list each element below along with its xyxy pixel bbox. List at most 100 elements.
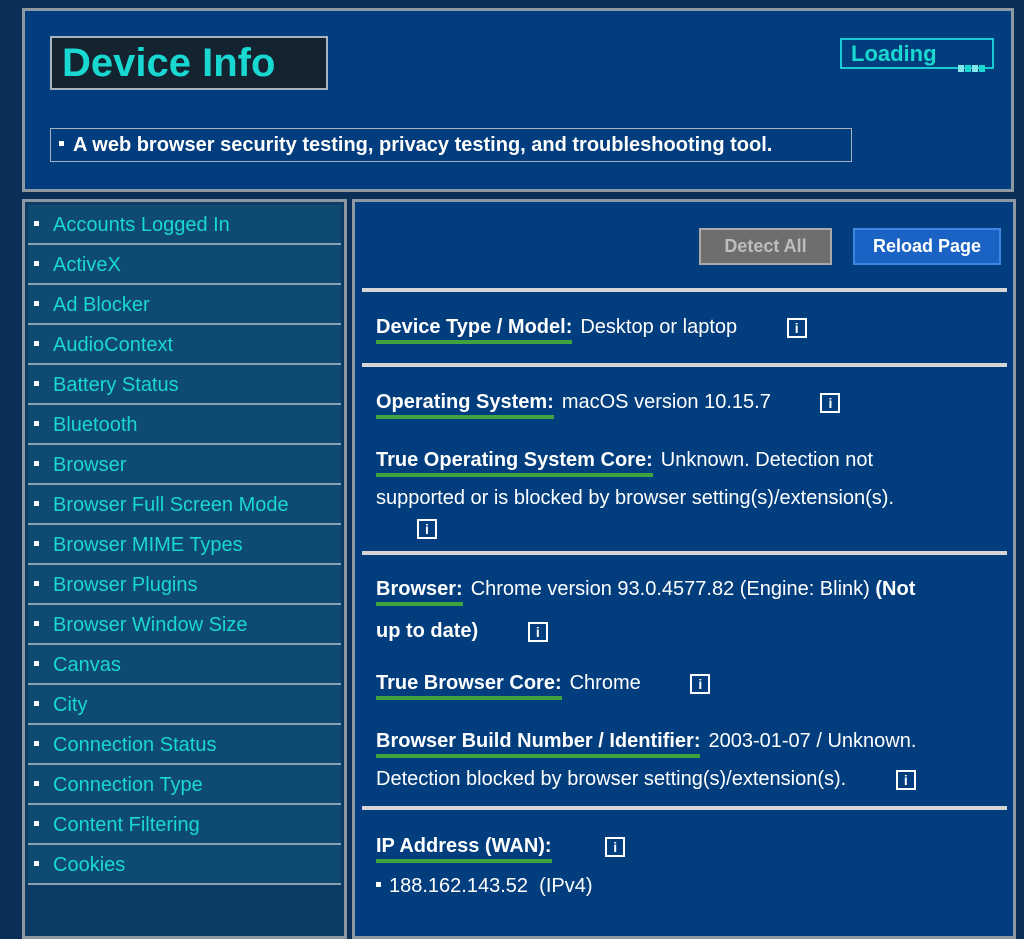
os-row: Operating System: macOS version 10.15.7 i xyxy=(376,383,841,421)
sidebar-item-label: Ad Blocker xyxy=(53,294,150,316)
divider xyxy=(362,363,1007,367)
info-icon[interactable]: i xyxy=(786,317,807,338)
sidebar-item-browser-mime-types[interactable]: Browser MIME Types xyxy=(28,525,341,565)
true-browser-label: True Browser Core: xyxy=(376,672,562,700)
sidebar-item-browser-window-size[interactable]: Browser Window Size xyxy=(28,605,341,645)
bullet-icon xyxy=(34,741,39,747)
build-value-line1: 2003-01-07 / Unknown. xyxy=(708,730,917,752)
bullet-icon xyxy=(34,461,39,467)
true-os-value-line1: Unknown. Detection not xyxy=(660,449,874,471)
os-label: Operating System: xyxy=(376,391,554,419)
sidebar-item-label: Cookies xyxy=(53,854,126,876)
device-type-label: Device Type / Model: xyxy=(376,316,573,344)
loading-indicator: Loading xyxy=(840,38,994,72)
sidebar-item-battery-status[interactable]: Battery Status xyxy=(28,365,341,405)
sidebar-item-label: Browser xyxy=(53,454,127,476)
browser-label: Browser: xyxy=(376,578,463,606)
browser-row: Browser: Chrome version 93.0.4577.82 (Eng… xyxy=(376,570,915,608)
sidebar: Accounts Logged In ActiveX Ad Blocker Au… xyxy=(22,199,347,939)
bullet-icon xyxy=(34,541,39,547)
true-os-value-line2: supported or is blocked by browser setti… xyxy=(376,487,895,509)
sidebar-item-label: City xyxy=(53,694,88,716)
sidebar-item-label: AudioContext xyxy=(53,334,174,356)
ip-row: IP Address (WAN): i xyxy=(376,827,626,865)
build-value-line2: Detection blocked by browser setting(s)/… xyxy=(376,768,847,790)
ip-label: IP Address (WAN): xyxy=(376,835,552,863)
true-browser-row: True Browser Core: Chrome i xyxy=(376,664,711,702)
device-type-row: Device Type / Model: Desktop or laptop i xyxy=(376,308,807,346)
bullet-icon xyxy=(34,261,39,267)
sidebar-item-label: Content Filtering xyxy=(53,814,200,836)
bullet-icon xyxy=(34,581,39,587)
sidebar-item-label: Connection Status xyxy=(53,734,217,756)
reload-page-button[interactable]: Reload Page xyxy=(853,228,1001,265)
detect-all-button[interactable]: Detect All xyxy=(699,228,832,265)
bullet-icon xyxy=(34,701,39,707)
info-icon[interactable]: i xyxy=(605,836,626,857)
sidebar-item-label: Browser Full Screen Mode xyxy=(53,494,289,516)
sidebar-item-city[interactable]: City xyxy=(28,685,341,725)
browser-status-line1: (Not xyxy=(875,578,916,600)
loading-dots-icon xyxy=(958,51,986,72)
browser-status-line2: up to date) xyxy=(376,620,479,642)
sidebar-item-browser-full-screen-mode[interactable]: Browser Full Screen Mode xyxy=(28,485,341,525)
header: Device Info Loading A web browser securi… xyxy=(22,8,1014,192)
sidebar-item-bluetooth[interactable]: Bluetooth xyxy=(28,405,341,445)
bullet-icon xyxy=(376,882,381,888)
bullet-icon xyxy=(34,781,39,787)
sidebar-item-connection-type[interactable]: Connection Type xyxy=(28,765,341,805)
true-os-label: True Operating System Core: xyxy=(376,449,653,477)
sidebar-item-content-filtering[interactable]: Content Filtering xyxy=(28,805,341,845)
sidebar-item-label: Connection Type xyxy=(53,774,203,796)
sidebar-item-accounts-logged-in[interactable]: Accounts Logged In xyxy=(28,205,341,245)
sidebar-item-cookies[interactable]: Cookies xyxy=(28,845,341,885)
true-os-info: i xyxy=(376,509,437,547)
ip-value-item: 188.162.143.52 (IPv4) xyxy=(376,875,593,898)
browser-row-continued: up to date) i xyxy=(376,612,548,650)
bullet-icon xyxy=(34,821,39,827)
true-browser-value: Chrome xyxy=(569,672,641,694)
sidebar-item-browser[interactable]: Browser xyxy=(28,445,341,485)
tagline-text: A web browser security testing, privacy … xyxy=(73,134,773,156)
ip-value: 188.162.143.52 xyxy=(389,875,529,897)
sidebar-item-label: Browser Window Size xyxy=(53,614,248,636)
browser-value: Chrome version 93.0.4577.82 (Engine: Bli… xyxy=(470,578,870,600)
info-icon[interactable]: i xyxy=(895,769,916,790)
sidebar-item-label: Battery Status xyxy=(53,374,179,396)
build-row-continued: Detection blocked by browser setting(s)/… xyxy=(376,760,916,798)
divider xyxy=(362,806,1007,810)
bullet-icon xyxy=(34,501,39,507)
sidebar-item-label: Browser Plugins xyxy=(53,574,198,596)
sidebar-item-label: Browser MIME Types xyxy=(53,534,243,556)
bullet-icon xyxy=(34,861,39,867)
os-value: macOS version 10.15.7 xyxy=(561,391,771,413)
page-title: Device Info xyxy=(50,36,328,90)
sidebar-item-canvas[interactable]: Canvas xyxy=(28,645,341,685)
bullet-icon xyxy=(34,621,39,627)
sidebar-item-label: Accounts Logged In xyxy=(53,214,230,236)
sidebar-item-connection-status[interactable]: Connection Status xyxy=(28,725,341,765)
divider xyxy=(362,551,1007,555)
sidebar-item-audiocontext[interactable]: AudioContext xyxy=(28,325,341,365)
build-label: Browser Build Number / Identifier: xyxy=(376,730,701,758)
bullet-icon xyxy=(34,341,39,347)
sidebar-item-label: ActiveX xyxy=(53,254,121,276)
info-icon[interactable]: i xyxy=(527,621,548,642)
bullet-icon xyxy=(34,421,39,427)
loading-label: Loading xyxy=(851,41,937,66)
sidebar-item-label: Bluetooth xyxy=(53,414,138,436)
build-row: Browser Build Number / Identifier: 2003-0… xyxy=(376,722,916,760)
bullet-icon xyxy=(34,221,39,227)
device-type-value: Desktop or laptop xyxy=(580,316,738,338)
bullet-icon xyxy=(34,381,39,387)
ip-version: (IPv4) xyxy=(539,875,593,897)
sidebar-item-activex[interactable]: ActiveX xyxy=(28,245,341,285)
sidebar-item-label: Canvas xyxy=(53,654,121,676)
sidebar-item-browser-plugins[interactable]: Browser Plugins xyxy=(28,565,341,605)
info-icon[interactable]: i xyxy=(820,392,841,413)
info-icon[interactable]: i xyxy=(690,673,711,694)
sidebar-item-ad-blocker[interactable]: Ad Blocker xyxy=(28,285,341,325)
bullet-icon xyxy=(59,141,64,147)
true-os-row-continued: supported or is blocked by browser setti… xyxy=(376,479,894,517)
info-icon[interactable]: i xyxy=(417,518,437,539)
